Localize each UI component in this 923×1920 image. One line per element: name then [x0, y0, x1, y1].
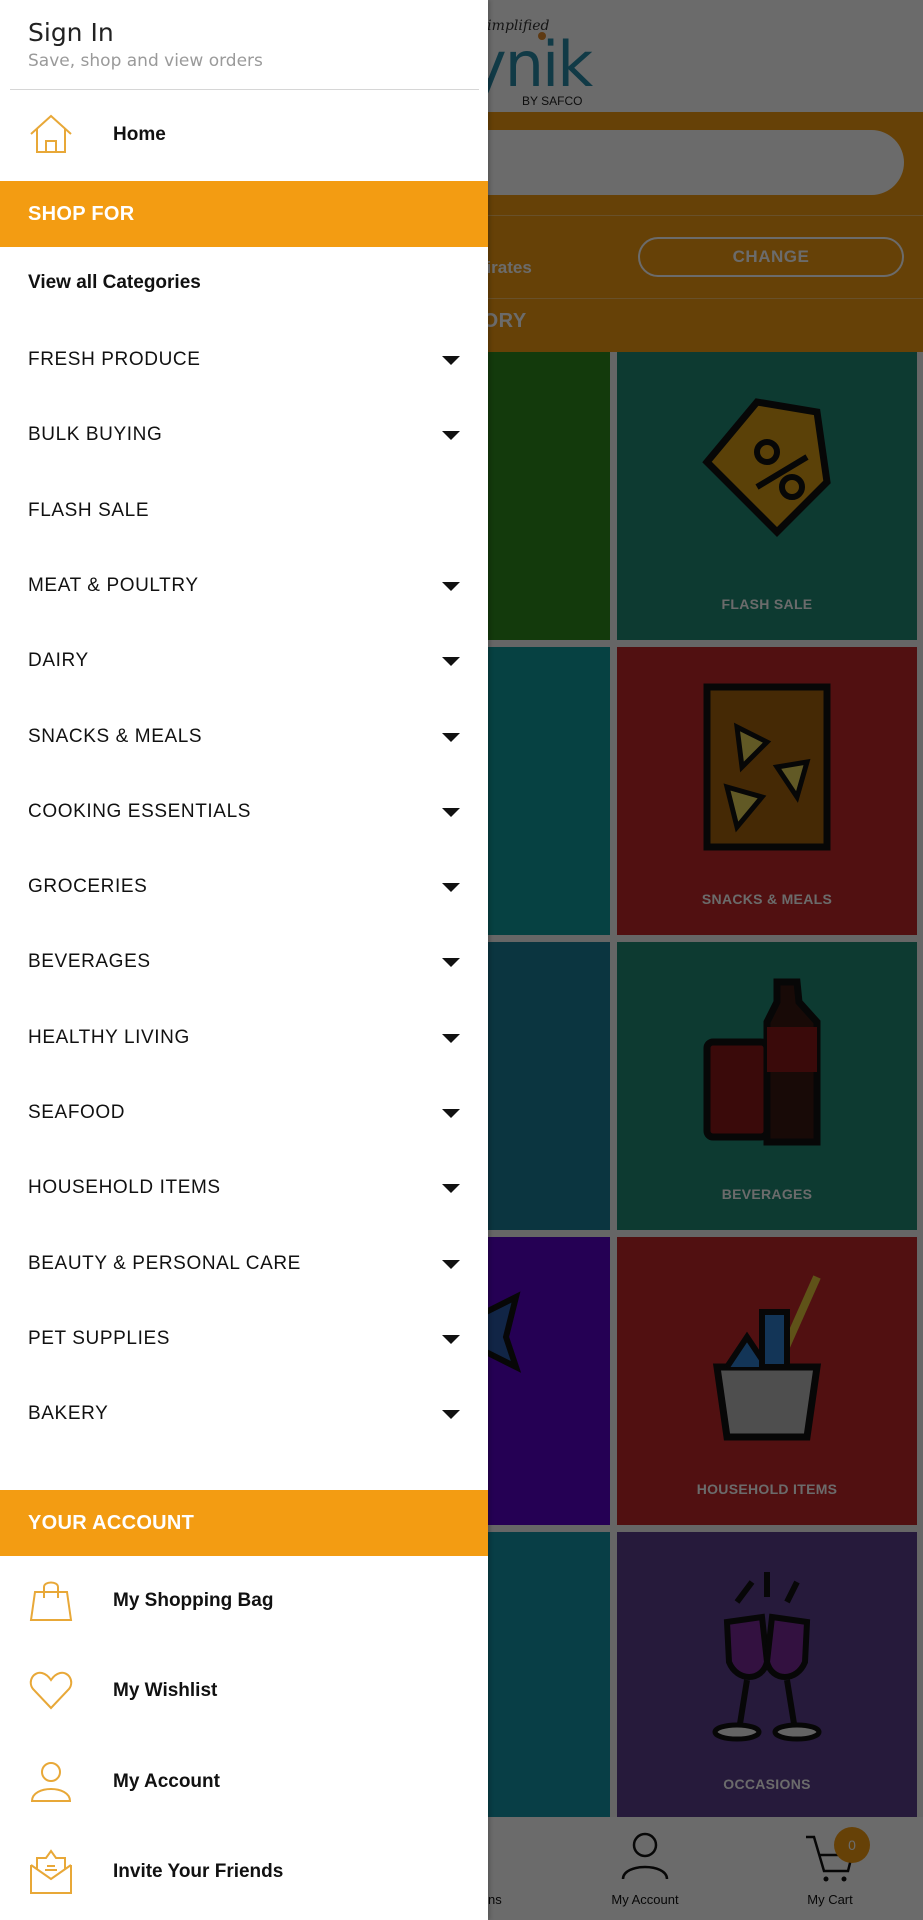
caret-down-icon[interactable] [442, 581, 460, 591]
caret-down-icon[interactable] [442, 1183, 460, 1193]
caret-down-icon[interactable] [442, 732, 460, 742]
category-label: FLASH SALE [28, 500, 150, 521]
category-item-bakery[interactable]: BAKERY [0, 1384, 488, 1444]
nav-item-label: My Shopping Bag [113, 1590, 274, 1611]
category-label: GROCERIES [28, 876, 148, 897]
envelope-icon [30, 1849, 72, 1894]
category-item-dairy[interactable]: DAIRY [0, 631, 488, 691]
category-item-fresh-produce[interactable]: FRESH PRODUCE [0, 330, 488, 390]
sign-in-subtitle: Save, shop and view orders [28, 51, 263, 71]
navigation-drawer: Sign In Save, shop and view orders Home … [0, 0, 488, 1920]
caret-down-icon[interactable] [442, 807, 460, 817]
caret-down-icon[interactable] [442, 1108, 460, 1118]
divider [10, 89, 479, 90]
section-heading-text: YOUR ACCOUNT [28, 1511, 195, 1534]
category-item-meat-poultry[interactable]: MEAT & POULTRY [0, 556, 488, 616]
category-label: BEAUTY & PERSONAL CARE [28, 1253, 301, 1274]
category-item-pet-supplies[interactable]: PET SUPPLIES [0, 1309, 488, 1369]
category-item-beverages[interactable]: BEVERAGES [0, 932, 488, 992]
category-item-cooking-essentials[interactable]: COOKING ESSENTIALS [0, 782, 488, 842]
nav-item-invite-friends[interactable]: Invite Your Friends [0, 1849, 488, 1895]
caret-down-icon[interactable] [442, 1259, 460, 1269]
shopping-bag-icon [29, 1581, 73, 1621]
category-item-snacks-meals[interactable]: SNACKS & MEALS [0, 707, 488, 767]
nav-item-label: Home [113, 124, 166, 145]
category-label: COOKING ESSENTIALS [28, 801, 252, 822]
caret-down-icon[interactable] [442, 430, 460, 440]
category-label: MEAT & POULTRY [28, 575, 199, 596]
category-label: PET SUPPLIES [28, 1328, 171, 1349]
category-item-groceries[interactable]: GROCERIES [0, 857, 488, 917]
nav-item-home[interactable]: Home [0, 112, 488, 158]
category-label: BEVERAGES [28, 951, 151, 972]
category-item-seafood[interactable]: SEAFOOD [0, 1083, 488, 1143]
category-label: DAIRY [28, 650, 89, 671]
caret-down-icon[interactable] [442, 957, 460, 967]
category-item-healthy-living[interactable]: HEALTHY LIVING [0, 1008, 488, 1068]
category-item-bulk-buying[interactable]: BULK BUYING [0, 405, 488, 465]
nav-item-label: Invite Your Friends [113, 1861, 284, 1882]
nav-item-label: My Account [113, 1771, 220, 1792]
caret-down-icon[interactable] [442, 1334, 460, 1344]
caret-down-icon[interactable] [442, 1409, 460, 1419]
sign-in-link[interactable]: Sign In Save, shop and view orders [28, 18, 263, 71]
category-label: FRESH PRODUCE [28, 349, 201, 370]
user-icon [30, 1762, 72, 1802]
heart-icon [29, 1671, 73, 1710]
category-item-flash-sale[interactable]: FLASH SALE [0, 481, 488, 541]
category-label: SEAFOOD [28, 1102, 126, 1123]
your-account-heading: YOUR ACCOUNT [0, 1490, 488, 1556]
category-label: HEALTHY LIVING [28, 1027, 190, 1048]
category-label: BULK BUYING [28, 424, 163, 445]
view-all-categories-link[interactable]: View all Categories [28, 272, 201, 294]
category-label: BAKERY [28, 1403, 109, 1424]
nav-item-shopping-bag[interactable]: My Shopping Bag [0, 1578, 488, 1624]
category-label: SNACKS & MEALS [28, 726, 203, 747]
caret-down-icon[interactable] [442, 882, 460, 892]
nav-item-wishlist[interactable]: My Wishlist [0, 1668, 488, 1714]
sign-in-title: Sign In [28, 18, 114, 47]
section-heading-text: SHOP FOR [28, 202, 135, 225]
shop-for-heading: SHOP FOR [0, 181, 488, 247]
caret-down-icon[interactable] [442, 656, 460, 666]
nav-item-label: My Wishlist [113, 1680, 218, 1701]
caret-down-icon[interactable] [442, 355, 460, 365]
category-label: HOUSEHOLD ITEMS [28, 1177, 221, 1198]
home-icon [30, 114, 72, 153]
caret-down-icon[interactable] [442, 1033, 460, 1043]
category-item-household-items[interactable]: HOUSEHOLD ITEMS [0, 1158, 488, 1218]
category-item-beauty-personal-care[interactable]: BEAUTY & PERSONAL CARE [0, 1234, 488, 1294]
nav-item-my-account[interactable]: My Account [0, 1759, 488, 1805]
